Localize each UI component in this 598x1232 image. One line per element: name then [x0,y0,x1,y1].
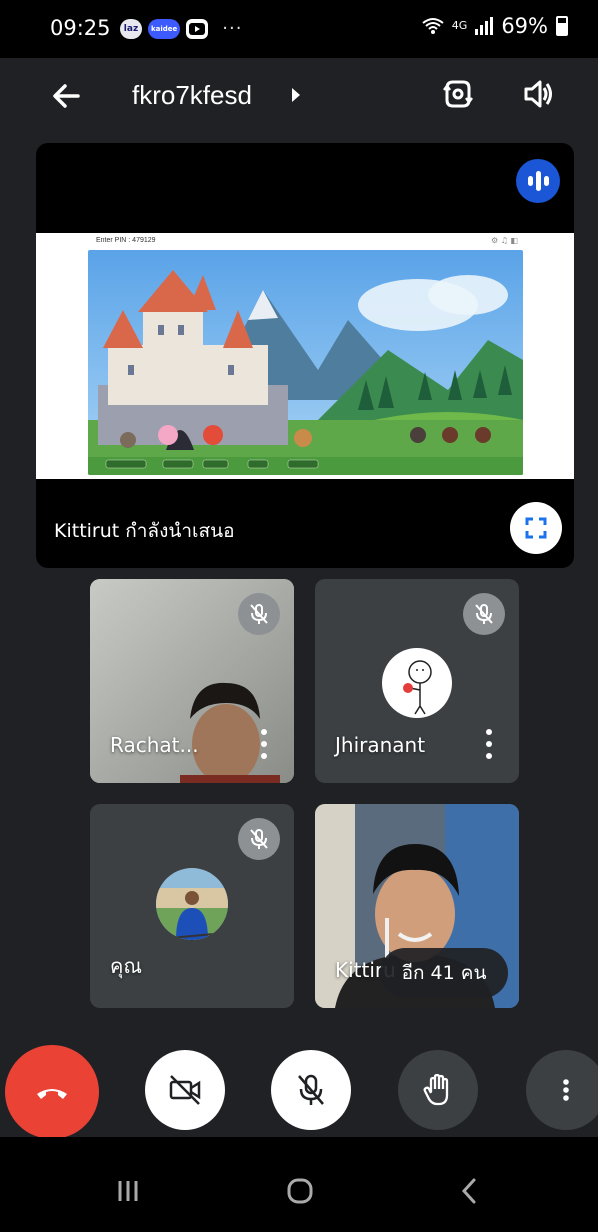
more-options-icon [563,1079,569,1101]
back-arrow-icon[interactable] [48,78,84,114]
mic-off-icon [238,818,280,860]
participant-name: Jhiranant [335,733,426,757]
participant-tile-self[interactable]: คุณ [90,804,294,1008]
camera-off-button[interactable] [145,1050,225,1130]
mic-off-icon [238,593,280,635]
participant-name: Rachat... [110,733,199,757]
audio-level-icon [516,159,560,203]
others-count-badge[interactable]: อีก 41 คน [380,948,508,998]
kaidee-app-icon: kaidee [148,18,181,39]
more-options-button[interactable] [526,1050,598,1130]
screen-toolbar-icons: ⚙ ♫ ◧ [491,236,518,245]
notification-icons: laz kaidee ··· [120,18,242,39]
more-notifications-icon: ··· [222,18,243,39]
game-scene-image [88,250,523,475]
end-call-button[interactable] [5,1045,99,1139]
participant-tile-jhiranant[interactable]: Jhiranant [315,579,519,783]
home-icon[interactable] [280,1171,320,1211]
laz-app-icon: laz [120,18,142,39]
mic-off-icon [298,1074,324,1105]
battery-percent: 69% [501,14,548,38]
end-call-icon [37,1089,67,1099]
participant-tile-rachat[interactable]: Rachat... [90,579,294,783]
mic-off-button[interactable] [271,1050,351,1130]
mic-off-icon [463,593,505,635]
chevron-right-icon[interactable] [292,88,300,102]
meeting-top-bar: fkro7kfesd [0,58,598,142]
status-time: 09:25 [50,16,111,40]
battery-icon [556,16,568,36]
meeting-code[interactable]: fkro7kfesd [132,80,252,111]
participant-more-icon[interactable] [260,729,268,759]
youtube-app-icon [186,18,209,39]
presenter-label: Kittirut กำลังนำเสนอ [54,520,235,542]
participant-more-icon[interactable] [485,729,493,759]
pin-text: Enter PIN : 479129 [96,237,156,244]
camera-off-icon [169,1075,201,1105]
avatar [156,868,228,940]
switch-camera-icon[interactable] [440,76,476,112]
speaker-icon[interactable] [520,76,556,112]
shared-screen: Enter PIN : 479129 ⚙ ♫ ◧ [36,233,574,479]
back-nav-icon[interactable] [450,1171,490,1211]
fullscreen-icon [525,517,547,539]
avatar [382,648,452,718]
signal-icon [475,17,494,35]
raise-hand-button[interactable] [398,1050,478,1130]
network-type: 4G [451,19,468,32]
presentation-tile[interactable]: Enter PIN : 479129 ⚙ ♫ ◧ Kittirut กำลังน… [36,143,574,568]
status-bar: 09:25 laz kaidee ··· 4G 69% [0,0,598,58]
recent-apps-icon[interactable] [108,1171,148,1211]
wifi-icon [422,18,444,34]
participant-name: คุณ [110,954,142,978]
raise-hand-icon [423,1073,449,1106]
status-right: 4G 69% [422,14,568,38]
fullscreen-button[interactable] [510,502,562,554]
system-nav-bar [0,1137,598,1232]
